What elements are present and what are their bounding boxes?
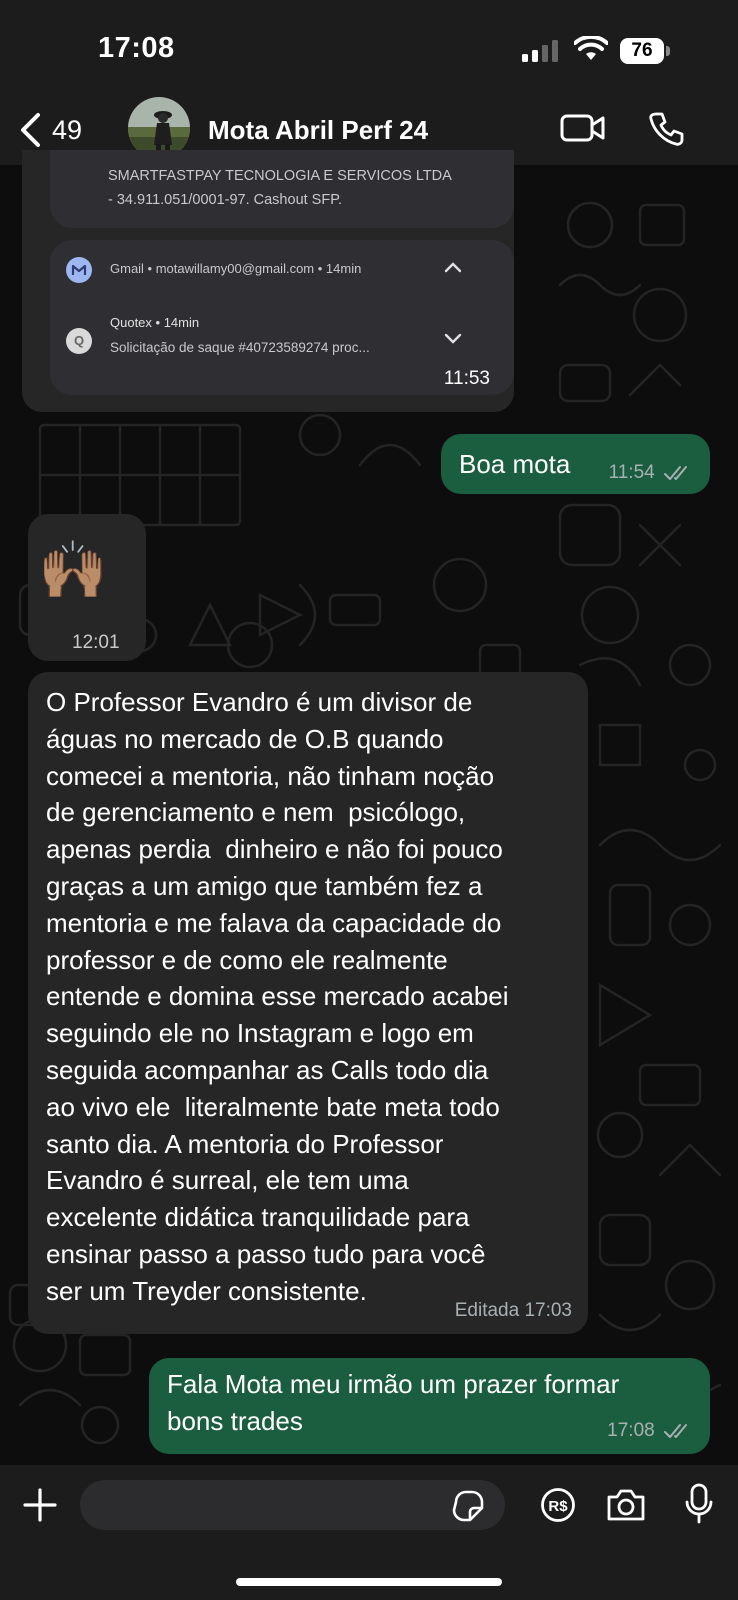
message-time: 17:08 xyxy=(607,1420,655,1441)
message-text-line: O Professor Evandro é um divisor de xyxy=(46,687,473,717)
gmail-notification-line: Gmail • motawillamy00@gmail.com • 14min xyxy=(110,261,362,276)
sticker-icon[interactable] xyxy=(452,1490,484,1522)
input-bar: R$ xyxy=(0,1465,738,1600)
double-check-icon xyxy=(664,465,687,480)
home-indicator xyxy=(236,1578,502,1586)
gmail-icon xyxy=(66,257,92,283)
message-text-line: mentoria e me falava da capacidade do xyxy=(46,907,502,938)
screenshot-message[interactable]: SMARTFASTPAY TECNOLOGIA E SERVICOS LTDA … xyxy=(22,150,514,412)
message-text-line: professor e de como ele realmente xyxy=(46,944,448,975)
message-time: 11:54 xyxy=(608,462,655,483)
phone-icon[interactable] xyxy=(648,111,684,147)
message-text-line-1: Fala Mota meu irmão um prazer formar xyxy=(167,1369,620,1399)
message-text-line: comecei a mentoria, não tinham noção xyxy=(46,760,495,791)
message-text-line: Evandro é surreal, ele tem uma xyxy=(46,1165,409,1196)
message-text-line: graças a um amigo que também fez a xyxy=(46,870,483,901)
message-text-line: entende e domina esse mercado acabei xyxy=(46,981,509,1012)
back-button[interactable]: 49 xyxy=(18,109,82,151)
message-input[interactable] xyxy=(80,1480,505,1530)
message-text-line: de gerenciamento e nem psicólogo, xyxy=(46,797,466,828)
contact-name[interactable]: Mota Abril Perf 24 xyxy=(208,115,428,146)
camera-icon[interactable] xyxy=(606,1487,646,1523)
message-text-line: águas no mercado de O.B quando xyxy=(46,723,444,754)
plus-icon[interactable] xyxy=(22,1487,58,1523)
double-check-icon xyxy=(664,1423,687,1438)
company-line-1: SMARTFASTPAY TECNOLOGIA E SERVICOS LTDA xyxy=(108,168,452,184)
message-time: 12:01 xyxy=(72,632,120,653)
testimonial-message[interactable]: O Professor Evandro é um divisor de águas… xyxy=(28,672,588,1334)
message-text-line-2: bons trades xyxy=(167,1405,303,1436)
battery-level: 76 xyxy=(631,40,653,61)
payment-button[interactable]: R$ xyxy=(540,1487,576,1528)
cellular-signal-icon xyxy=(522,40,558,62)
message-text-line: apenas perdia dinheiro e não foi pouco xyxy=(46,834,503,865)
chevron-down-icon xyxy=(444,332,462,350)
message-time: 11:53 xyxy=(443,368,490,389)
message-edited-time: Editada 17:03 xyxy=(454,1300,572,1321)
company-line-2: - 34.911.051/0001-97. Cashout SFP. xyxy=(108,192,343,208)
message-text-line: ao vivo ele literalmente bate meta todo xyxy=(46,1091,500,1122)
message-text-line: seguindo ele no Instagram e logo em xyxy=(46,1018,474,1049)
currency-icon: R$ xyxy=(541,1488,575,1522)
chevron-up-icon xyxy=(444,260,462,278)
status-time: 17:08 xyxy=(98,32,175,64)
message-text: Boa mota xyxy=(459,449,571,479)
wifi-icon xyxy=(574,36,608,60)
battery-icon: 76 xyxy=(620,38,672,64)
message-text-line: santo dia. A mentoria do Professor xyxy=(46,1128,444,1159)
status-bar: 17:08 76 xyxy=(0,0,738,95)
microphone-icon[interactable] xyxy=(684,1483,714,1525)
quotex-body: Solicitação de saque #40723589274 proc..… xyxy=(110,340,370,355)
chevron-left-icon xyxy=(21,113,40,147)
message-text: O Professor Evandro é um divisor de águas… xyxy=(46,684,586,1310)
quotex-icon: Q xyxy=(66,328,92,354)
emoji-message[interactable]: 🙌🏽 12:01 xyxy=(28,514,146,661)
raising-hands-emoji: 🙌🏽 xyxy=(38,538,108,601)
svg-text:R$: R$ xyxy=(548,1498,568,1515)
message-text-line: seguida acompanhar as Calls todo dia xyxy=(46,1054,489,1085)
outgoing-message[interactable]: Boa mota 11:54 xyxy=(441,434,710,494)
message-text-line: ensinar passo a passo tudo para você xyxy=(46,1238,486,1269)
unread-count: 49 xyxy=(52,114,83,145)
video-call-icon[interactable] xyxy=(560,113,606,143)
outgoing-message[interactable]: Fala Mota meu irmão um prazer formar bon… xyxy=(149,1358,710,1454)
message-text-line: excelente didática tranquilidade para xyxy=(46,1202,470,1233)
quotex-title: Quotex • 14min xyxy=(110,315,200,330)
